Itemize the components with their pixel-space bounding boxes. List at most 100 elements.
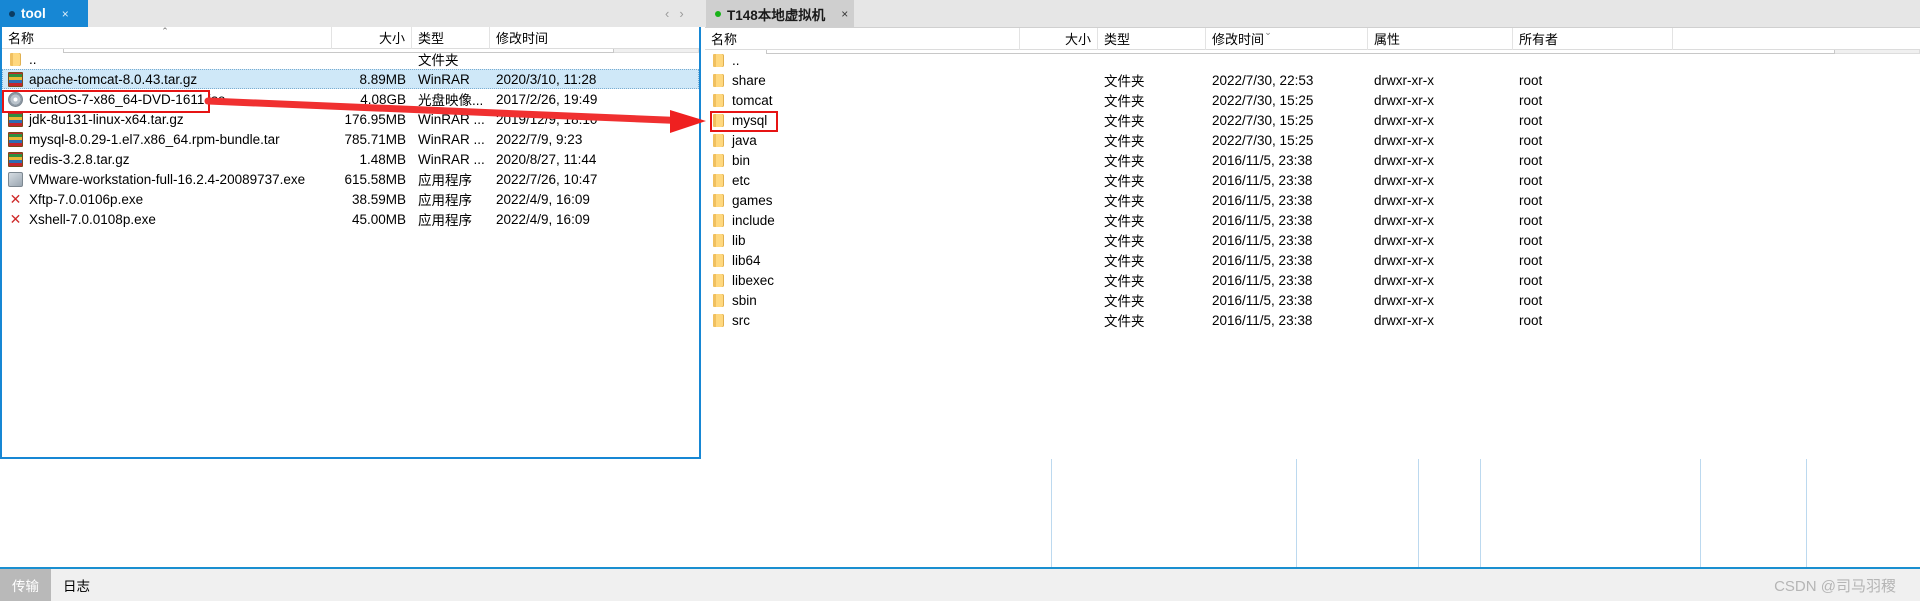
close-icon[interactable]: × — [62, 8, 69, 20]
table-row[interactable]: src 文件夹 2016/11/5, 23:38 drwxr-xr-x root — [705, 310, 1920, 330]
table-row[interactable]: lib 文件夹 2016/11/5, 23:38 drwxr-xr-x root — [705, 230, 1920, 250]
tab-scroll-left-icon[interactable]: ‹ — [665, 6, 669, 21]
close-icon[interactable]: × — [841, 8, 848, 20]
folder-icon — [711, 193, 726, 208]
right-file-list[interactable]: .. share 文件夹 2022/7/30, 22:53 drwxr-xr-x root… — [705, 50, 1920, 330]
column-header-type[interactable]: 类型 — [1098, 27, 1206, 50]
table-row[interactable]: jdk-8u131-linux-x64.tar.gz 176.95MB WinRAR… — [2, 109, 699, 129]
cell-size: 176.95MB — [344, 111, 406, 127]
cell-mtime: 2016/11/5, 23:38 — [1212, 172, 1313, 188]
queue-col-divider — [1806, 459, 1807, 567]
table-row[interactable]: libexec 文件夹 2016/11/5, 23:38 drwxr-xr-x root — [705, 270, 1920, 290]
cell-size: 1.48MB — [359, 151, 406, 167]
rar-icon — [8, 111, 23, 127]
table-row[interactable]: apache-tomcat-8.0.43.tar.gz 8.89MB WinRAR 2… — [2, 69, 699, 89]
queue-col-divider — [1051, 459, 1052, 567]
folder-icon — [711, 253, 726, 268]
cell-size — [1020, 230, 1098, 250]
column-header-mtime[interactable]: 修改时间 — [490, 27, 645, 49]
cell-owner — [1513, 50, 1673, 70]
cell-attr: drwxr-xr-x — [1374, 272, 1434, 288]
rar-icon — [8, 131, 23, 147]
column-label: 大小 — [1064, 32, 1091, 47]
table-row[interactable]: lib64 文件夹 2016/11/5, 23:38 drwxr-xr-x root — [705, 250, 1920, 270]
folder-icon — [711, 293, 726, 308]
cell-name: share — [705, 70, 1020, 90]
column-header-type[interactable]: 类型 — [412, 26, 490, 49]
cell-name: jdk-8u131-linux-x64.tar.gz — [2, 109, 332, 129]
folder-icon — [711, 93, 726, 108]
table-row[interactable]: .. — [705, 50, 1920, 70]
cell-type: 文件夹 — [1104, 74, 1145, 89]
cell-owner: root — [1519, 112, 1543, 128]
column-header-attr[interactable]: 属性 — [1368, 27, 1513, 50]
status-tab-transfer[interactable]: 传输 — [0, 569, 51, 601]
column-label: 修改时间 — [496, 31, 549, 46]
column-label: 名称 — [8, 31, 35, 46]
table-row[interactable]: Xftp-7.0.0106p.exe 38.59MB 应用程序 2022/4/9, 1… — [2, 189, 699, 209]
cell-name: sbin — [705, 290, 1020, 310]
cell-name: libexec — [705, 270, 1020, 290]
left-tab-nav-arrows[interactable]: ‹ › — [665, 6, 684, 21]
sort-ascending-icon: ⌃ — [161, 25, 169, 36]
cell-attr: drwxr-xr-x — [1374, 252, 1434, 268]
column-header-size[interactable]: 大小 — [1020, 27, 1098, 50]
table-row[interactable]: mysql 文件夹 2022/7/30, 15:25 drwxr-xr-x root — [705, 110, 1920, 130]
file-name-label: CentOS-7-x86_64-DVD-1611.iso — [29, 91, 226, 107]
tab-tool[interactable]: tool × — [0, 0, 88, 27]
table-row[interactable]: mysql-8.0.29-1.el7.x86_64.rpm-bundle.tar… — [2, 129, 699, 149]
table-row[interactable]: games 文件夹 2016/11/5, 23:38 drwxr-xr-x root — [705, 190, 1920, 210]
table-row[interactable]: sbin 文件夹 2016/11/5, 23:38 drwxr-xr-x root — [705, 290, 1920, 310]
column-header-owner[interactable]: 所有者 — [1513, 27, 1673, 50]
cell-type: 文件夹 — [1104, 134, 1145, 149]
file-name-label: bin — [732, 152, 751, 168]
column-header-size[interactable]: 大小 — [332, 26, 412, 49]
cell-size — [1020, 170, 1098, 190]
left-file-list[interactable]: .. 文件夹 apache-tomcat-8.0.43.tar.gz 8.89MB Wi… — [2, 49, 699, 229]
column-header-name[interactable]: 名称 ⌃ — [2, 25, 332, 49]
table-row[interactable]: bin 文件夹 2016/11/5, 23:38 drwxr-xr-x root — [705, 150, 1920, 170]
cell-type: 文件夹 — [1104, 314, 1145, 329]
cell-mtime: 2016/11/5, 23:38 — [1212, 212, 1313, 228]
cell-type: 光盘映像... — [418, 93, 484, 108]
cell-attr: drwxr-xr-x — [1374, 112, 1434, 128]
cell-size — [1020, 310, 1098, 330]
table-row[interactable]: share 文件夹 2022/7/30, 22:53 drwxr-xr-x root — [705, 70, 1920, 90]
cell-name: redis-3.2.8.tar.gz — [2, 149, 332, 169]
column-header-name[interactable]: 名称 — [705, 27, 1020, 50]
tab-label: tool — [21, 6, 46, 21]
cell-name: java — [705, 130, 1020, 150]
folder-icon — [711, 73, 726, 88]
tab-t148-local-vm[interactable]: T148本地虚拟机 × — [706, 0, 855, 27]
file-name-label: java — [732, 132, 757, 148]
cell-name: etc — [705, 170, 1020, 190]
file-name-label: include — [732, 212, 775, 228]
table-row[interactable]: tomcat 文件夹 2022/7/30, 15:25 drwxr-xr-x root — [705, 90, 1920, 110]
cell-attr: drwxr-xr-x — [1374, 292, 1434, 308]
table-row[interactable]: redis-3.2.8.tar.gz 1.48MB WinRAR ... 2020/8… — [2, 149, 699, 169]
status-tab-log[interactable]: 日志 — [51, 569, 102, 601]
column-header-mtime[interactable]: 修改时间 ⌄ — [1206, 26, 1368, 50]
table-row[interactable]: include 文件夹 2016/11/5, 23:38 drwxr-xr-x root — [705, 210, 1920, 230]
tab-scroll-right-icon[interactable]: › — [679, 6, 683, 21]
exe-icon — [8, 171, 23, 187]
table-row[interactable]: etc 文件夹 2016/11/5, 23:38 drwxr-xr-x root — [705, 170, 1920, 190]
queue-col-divider — [1700, 459, 1701, 567]
cell-type: 文件夹 — [1104, 194, 1145, 209]
right-column-headers: 名称 大小 类型 修改时间 ⌄ 属性 所有者 — [705, 26, 1920, 50]
file-name-label: redis-3.2.8.tar.gz — [29, 151, 130, 167]
table-row[interactable]: CentOS-7-x86_64-DVD-1611.iso 4.08GB 光盘映像..… — [2, 89, 699, 109]
folder-icon — [711, 313, 726, 328]
file-name-label: apache-tomcat-8.0.43.tar.gz — [29, 71, 198, 87]
table-row[interactable]: .. 文件夹 — [2, 49, 699, 69]
table-row[interactable]: java 文件夹 2022/7/30, 15:25 drwxr-xr-x root — [705, 130, 1920, 150]
cell-attr: drwxr-xr-x — [1374, 92, 1434, 108]
table-row[interactable]: Xshell-7.0.0108p.exe 45.00MB 应用程序 2022/4/9,… — [2, 209, 699, 229]
left-file-pane: ⬅ ▾ ➡ ▾ E:\workFile\CSKT\BCSP课件\S2\S2扩展技… — [0, 25, 701, 459]
table-row[interactable]: VMware-workstation-full-16.2.4-20089737.… — [2, 169, 699, 189]
file-name-label: Xftp-7.0.0106p.exe — [29, 191, 144, 207]
cell-mtime — [1206, 50, 1368, 70]
sort-descending-icon: ⌄ — [1264, 26, 1272, 37]
cell-size — [332, 49, 412, 69]
cell-size — [1020, 90, 1098, 110]
